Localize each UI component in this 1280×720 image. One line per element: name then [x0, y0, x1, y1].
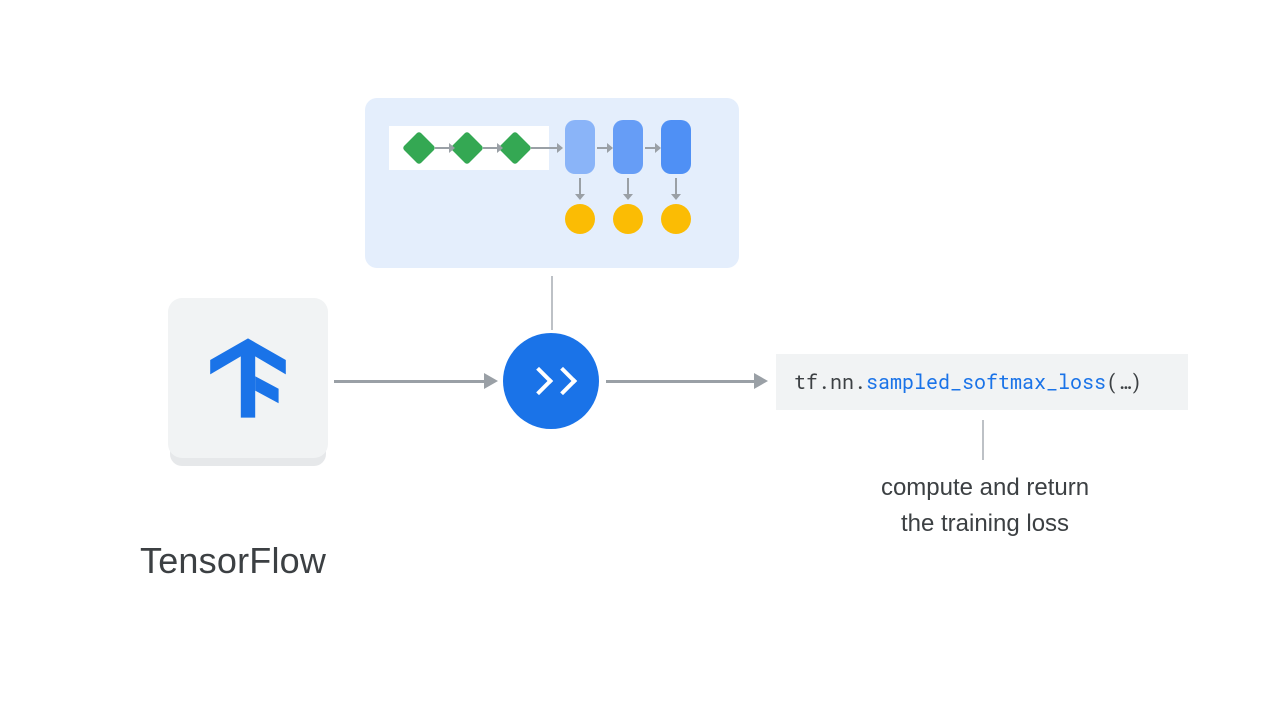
tensorflow-card: [168, 298, 328, 458]
decoder-arrow-icon: [597, 147, 607, 149]
process-node-icon: [503, 333, 599, 429]
caption-line: compute and return: [780, 470, 1190, 506]
connector-panel-to-process: [551, 276, 553, 330]
down-arrow-icon: [579, 178, 581, 194]
seq2seq-panel: [365, 98, 739, 268]
decoder-block-icon: [613, 120, 643, 174]
decoder-block-icon: [661, 120, 691, 174]
code-prefix: tf.nn.: [794, 369, 866, 395]
caption-line: the training loss: [780, 506, 1190, 542]
encoder-arrow-icon: [483, 147, 497, 149]
tensorflow-label: TensorFlow: [140, 540, 326, 582]
output-node-icon: [565, 204, 595, 234]
connector-code-to-caption: [982, 420, 984, 460]
down-arrow-icon: [627, 178, 629, 194]
output-node-icon: [613, 204, 643, 234]
code-function: sampled_softmax_loss: [866, 369, 1106, 395]
diagram-stage: TensorFlow: [0, 0, 1280, 720]
decoder-block-icon: [565, 120, 595, 174]
decoder-arrow-icon: [645, 147, 655, 149]
tensorflow-logo-icon: [203, 333, 293, 423]
code-caption: compute and return the training loss: [780, 470, 1190, 542]
output-node-icon: [661, 204, 691, 234]
chevron-right-icon: [549, 367, 577, 395]
code-snippet: tf.nn.sampled_softmax_loss(…): [776, 354, 1188, 410]
encoder-to-decoder-arrow-icon: [531, 147, 557, 149]
down-arrow-icon: [675, 178, 677, 194]
encoder-arrow-icon: [435, 147, 449, 149]
code-suffix: (…): [1106, 369, 1142, 395]
